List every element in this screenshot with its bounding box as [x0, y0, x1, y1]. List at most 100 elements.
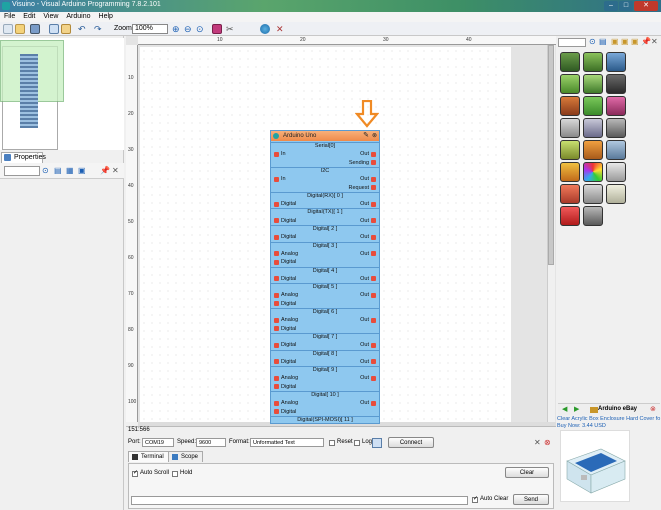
- input-pin[interactable]: [274, 259, 279, 265]
- serial-close-icon[interactable]: ⊗: [544, 438, 551, 447]
- redo-icon[interactable]: ↷: [94, 24, 104, 34]
- zoom-in-icon[interactable]: ⊕: [172, 24, 182, 34]
- close-button[interactable]: ✕: [634, 1, 658, 11]
- reset-checkbox[interactable]: [329, 440, 335, 446]
- format-select[interactable]: Unformatted Text: [250, 438, 324, 447]
- palette-group-tools[interactable]: [560, 52, 580, 72]
- palette-group-display[interactable]: [606, 96, 626, 116]
- palette-tools-icon[interactable]: ✕: [651, 37, 658, 46]
- ebay-product-image[interactable]: [560, 430, 630, 502]
- send-input[interactable]: [131, 496, 468, 505]
- palette-group-logic[interactable]: [583, 74, 603, 94]
- input-pin[interactable]: [274, 251, 279, 257]
- palette-group-power[interactable]: [560, 206, 580, 226]
- palette-folder3-icon[interactable]: ▣: [631, 37, 639, 46]
- output-pin[interactable]: [371, 185, 376, 190]
- output-pin[interactable]: [371, 292, 376, 298]
- palette-folder2-icon[interactable]: ▣: [621, 37, 629, 46]
- output-pin[interactable]: [371, 218, 376, 224]
- connect-button[interactable]: Connect: [388, 437, 434, 448]
- port-select[interactable]: COM19: [142, 438, 174, 447]
- menu-view[interactable]: View: [39, 12, 62, 22]
- palette-filter-icon[interactable]: ⊙: [589, 37, 596, 46]
- palette-group-storage[interactable]: [560, 118, 580, 138]
- output-pin[interactable]: [371, 151, 376, 157]
- input-pin[interactable]: [274, 151, 279, 157]
- save-icon[interactable]: [30, 24, 40, 34]
- palette-group-audio[interactable]: [560, 162, 580, 182]
- output-pin[interactable]: [371, 234, 376, 240]
- edit-icon[interactable]: ✎: [363, 131, 369, 141]
- filter-icon[interactable]: ⊙: [42, 166, 49, 175]
- palette-folder-icon[interactable]: ▣: [611, 37, 619, 46]
- new-file-icon[interactable]: [3, 24, 13, 34]
- input-pin[interactable]: [274, 384, 279, 390]
- palette-group-documents[interactable]: [606, 184, 626, 204]
- output-pin[interactable]: [371, 160, 376, 166]
- globe-icon[interactable]: [260, 24, 270, 34]
- input-pin[interactable]: [274, 301, 279, 307]
- hold-checkbox[interactable]: [172, 471, 178, 477]
- input-pin[interactable]: [274, 201, 279, 207]
- minimize-button[interactable]: –: [604, 1, 618, 11]
- output-pin[interactable]: [371, 359, 376, 365]
- palette-group-comms[interactable]: [583, 118, 603, 138]
- input-pin[interactable]: [274, 342, 279, 348]
- log-file-icon[interactable]: [372, 438, 382, 448]
- output-pin[interactable]: [371, 342, 376, 348]
- input-pin[interactable]: [274, 317, 279, 323]
- input-pin[interactable]: [274, 276, 279, 282]
- undo-icon[interactable]: ↶: [78, 24, 88, 34]
- palette-group-color[interactable]: [583, 96, 603, 116]
- tab-terminal[interactable]: Terminal: [128, 451, 169, 462]
- palette-group-wires[interactable]: [583, 52, 603, 72]
- palette-group-network[interactable]: [606, 140, 626, 160]
- palette-pin-icon[interactable]: 📌: [641, 37, 651, 46]
- palette-search-input[interactable]: [558, 38, 586, 47]
- output-pin[interactable]: [371, 317, 376, 323]
- output-pin[interactable]: [371, 251, 376, 257]
- properties-tools-icon[interactable]: ✕: [112, 166, 119, 175]
- ebay-price-text[interactable]: Buy Now: 3.44 USD: [557, 423, 661, 430]
- properties-search-input[interactable]: [4, 166, 40, 176]
- properties-view-icon[interactable]: ▤: [54, 166, 62, 175]
- palette-group-leds[interactable]: [583, 162, 603, 182]
- input-pin[interactable]: [274, 409, 279, 415]
- send-button[interactable]: Send: [513, 494, 549, 505]
- log-checkbox[interactable]: [354, 440, 360, 446]
- collapse-icon[interactable]: ⊗: [372, 131, 377, 141]
- palette-group-blocks[interactable]: [606, 52, 626, 72]
- palette-group-boards[interactable]: [606, 74, 626, 94]
- input-pin[interactable]: [274, 234, 279, 240]
- input-pin[interactable]: [274, 218, 279, 224]
- zoom-select[interactable]: 100%: [132, 24, 168, 34]
- serial-tools-icon[interactable]: ✕: [534, 438, 541, 447]
- pin-icon[interactable]: 📌: [100, 166, 110, 175]
- delete-icon[interactable]: ✂: [226, 24, 236, 34]
- palette-group-math[interactable]: [560, 74, 580, 94]
- palette-group-misc[interactable]: [583, 184, 603, 204]
- view-mode-icon[interactable]: [49, 24, 59, 34]
- layout-icon[interactable]: [61, 24, 71, 34]
- clear-button[interactable]: Clear: [505, 467, 549, 478]
- menu-file[interactable]: File: [0, 12, 19, 22]
- palette-group-sensors[interactable]: [560, 140, 580, 160]
- vertical-scroll-thumb[interactable]: [548, 45, 554, 265]
- ebay-listing[interactable]: Clear Acrylic Box Enclosure Hard Cover f…: [557, 416, 661, 430]
- zoom-fit-icon[interactable]: ⊙: [196, 24, 206, 34]
- output-pin[interactable]: [371, 375, 376, 381]
- input-pin[interactable]: [274, 292, 279, 298]
- arrange-icon[interactable]: [212, 24, 222, 34]
- menu-edit[interactable]: Edit: [19, 12, 39, 22]
- tools-icon[interactable]: ✕: [276, 24, 286, 34]
- palette-group-hardware[interactable]: [583, 206, 603, 226]
- properties-sort-icon[interactable]: ▦: [66, 166, 74, 175]
- palette-group-remote[interactable]: [606, 118, 626, 138]
- zoom-out-icon[interactable]: ⊖: [184, 24, 194, 34]
- component-header[interactable]: Arduino Uno ✎ ⊗: [271, 131, 379, 141]
- input-pin[interactable]: [274, 326, 279, 332]
- palette-view-icon[interactable]: ▤: [599, 37, 607, 46]
- input-pin[interactable]: [274, 400, 279, 406]
- palette-group-signal[interactable]: [560, 96, 580, 116]
- palette-group-motors[interactable]: [583, 140, 603, 160]
